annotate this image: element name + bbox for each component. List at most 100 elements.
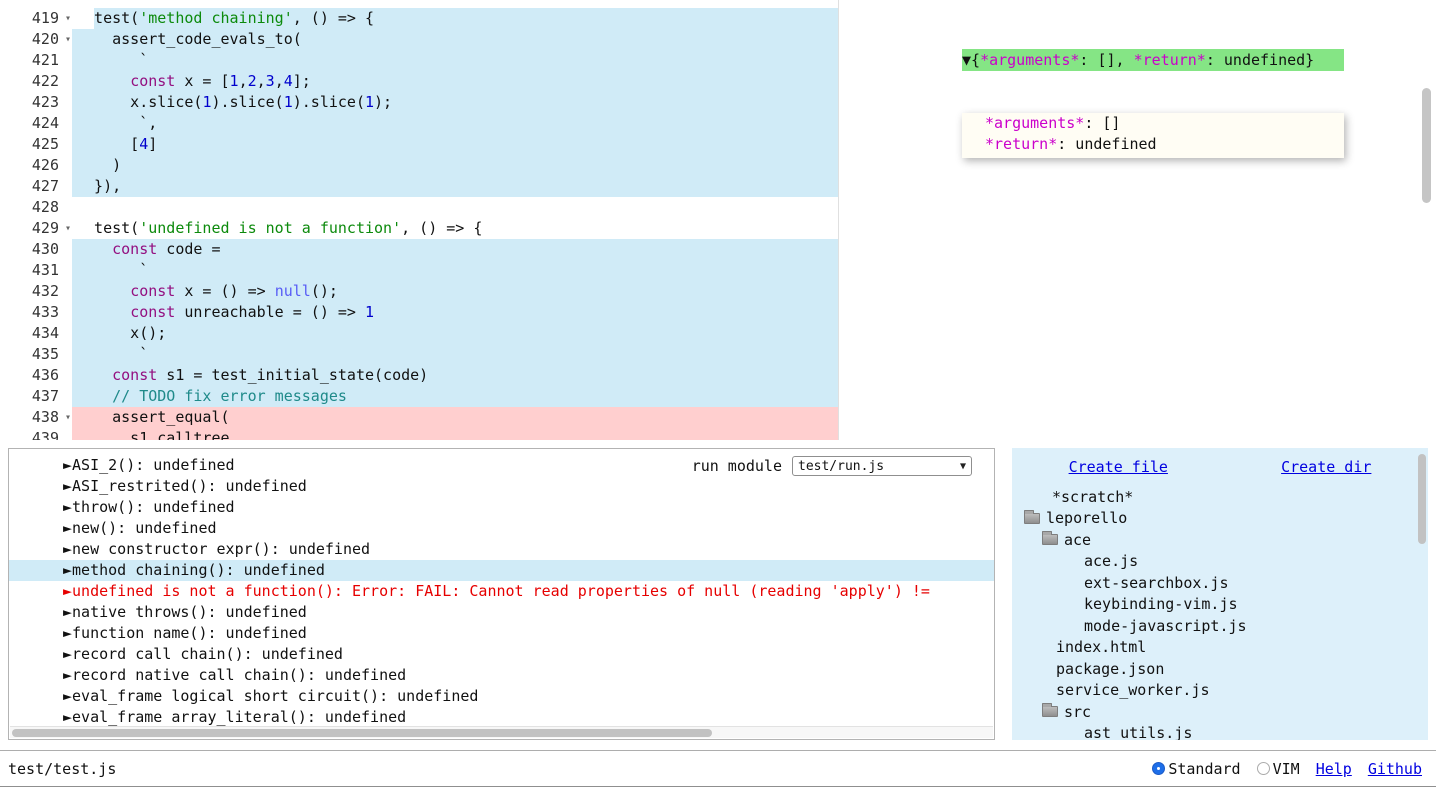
code-line[interactable]: ` bbox=[72, 260, 1436, 281]
github-link[interactable]: Github bbox=[1368, 760, 1422, 778]
help-link[interactable]: Help bbox=[1316, 760, 1352, 778]
editor-line[interactable]: 430 const code = bbox=[0, 239, 1436, 260]
editor-line[interactable]: 432 const x = () => null(); bbox=[0, 281, 1436, 302]
calltree-row[interactable]: ►function name(): undefined bbox=[9, 623, 994, 644]
line-number: 425 bbox=[32, 135, 59, 153]
expand-arrow-icon[interactable]: ► bbox=[63, 477, 72, 495]
calltree-row[interactable]: ►record native call chain(): undefined bbox=[9, 665, 994, 686]
code-line[interactable]: ` bbox=[72, 344, 1436, 365]
fold-widget-icon[interactable]: ▾ bbox=[65, 407, 71, 428]
expand-arrow-icon[interactable]: ► bbox=[63, 540, 72, 558]
calltree-row[interactable]: ►new constructor expr(): undefined bbox=[9, 539, 994, 560]
value-row[interactable]: *arguments*: [] bbox=[985, 113, 1338, 134]
expand-arrow-icon[interactable]: ► bbox=[63, 498, 72, 516]
expand-arrow-icon[interactable]: ► bbox=[63, 687, 72, 705]
code-line[interactable]: assert_equal( bbox=[72, 407, 1436, 428]
filetree-item[interactable]: index.html bbox=[1012, 637, 1428, 659]
radio-icon[interactable] bbox=[1257, 762, 1270, 775]
filetree-item[interactable]: ace bbox=[1012, 529, 1428, 551]
filetree-item[interactable]: src bbox=[1012, 701, 1428, 723]
value-row[interactable]: *return*: undefined bbox=[985, 134, 1338, 155]
calltree-row[interactable]: ►method chaining(): undefined bbox=[9, 560, 994, 581]
code-line[interactable]: x(); bbox=[72, 323, 1436, 344]
expand-arrow-icon[interactable]: ► bbox=[63, 624, 72, 642]
create-file-link[interactable]: Create file bbox=[1069, 458, 1168, 476]
code-text: const unreachable = () => 1 bbox=[76, 303, 374, 321]
calltree-row[interactable]: ►record call chain(): undefined bbox=[9, 644, 994, 665]
code-line[interactable]: s1.calltree bbox=[72, 428, 1436, 440]
expand-arrow-icon[interactable]: ► bbox=[63, 603, 72, 621]
editor-line[interactable]: 428 bbox=[0, 197, 1436, 218]
calltree-row[interactable]: ►eval_frame array_literal(): undefined bbox=[9, 707, 994, 728]
expand-arrow-icon[interactable]: ► bbox=[63, 456, 72, 474]
code-line[interactable]: // TODO fix error messages bbox=[72, 386, 1436, 407]
editor-scrollbar-thumb[interactable] bbox=[1422, 88, 1431, 203]
token: (); bbox=[311, 282, 338, 300]
calltree-row[interactable]: ►native throws(): undefined bbox=[9, 602, 994, 623]
editor-line[interactable]: 438▾ assert_equal( bbox=[0, 407, 1436, 428]
filetree-scrollbar-thumb[interactable] bbox=[1418, 454, 1426, 544]
filetree-item-label: ace bbox=[1064, 531, 1091, 549]
calltree-row[interactable]: ►undefined is not a function(): Error: F… bbox=[9, 581, 994, 602]
print-margin-line bbox=[838, 0, 839, 440]
calltree-row[interactable]: ►throw(): undefined bbox=[9, 497, 994, 518]
token: , bbox=[239, 72, 248, 90]
editor-line[interactable]: 435 ` bbox=[0, 344, 1436, 365]
filetree-item[interactable]: keybinding-vim.js bbox=[1012, 594, 1428, 616]
token: , bbox=[257, 72, 266, 90]
editor-line[interactable]: 434 x(); bbox=[0, 323, 1436, 344]
code-line[interactable]: const code = bbox=[72, 239, 1436, 260]
keybinding-radio-vim[interactable]: VIM bbox=[1257, 760, 1300, 778]
code-line[interactable]: const s1 = test_initial_state(code) bbox=[72, 365, 1436, 386]
token: assert_code_evals_to( bbox=[76, 30, 302, 48]
filetree-item[interactable]: *scratch* bbox=[1012, 486, 1428, 508]
expand-arrow-icon[interactable]: ► bbox=[63, 666, 72, 684]
calltree-hscrollbar-thumb[interactable] bbox=[12, 729, 712, 737]
token: : [] bbox=[1084, 114, 1120, 132]
code-line[interactable]: const unreachable = () => 1 bbox=[72, 302, 1436, 323]
run-module-select[interactable]: test/run.js ▼ bbox=[792, 456, 972, 476]
radio-icon[interactable] bbox=[1152, 762, 1165, 775]
code-line[interactable]: }), bbox=[72, 176, 1436, 197]
token: : [], bbox=[1079, 51, 1133, 69]
expand-arrow-icon[interactable]: ► bbox=[63, 708, 72, 726]
calltree-hscrollbar[interactable] bbox=[10, 726, 993, 738]
editor-line[interactable]: 437 // TODO fix error messages bbox=[0, 386, 1436, 407]
filetree-item[interactable]: mode-javascript.js bbox=[1012, 615, 1428, 637]
expand-arrow-icon[interactable]: ► bbox=[63, 582, 72, 600]
editor-line[interactable]: 431 ` bbox=[0, 260, 1436, 281]
filetree-item[interactable]: ext-searchbox.js bbox=[1012, 572, 1428, 594]
filetree-item-label: index.html bbox=[1056, 638, 1146, 656]
code-line[interactable]: const x = () => null(); bbox=[72, 281, 1436, 302]
fold-widget-icon[interactable]: ▾ bbox=[65, 218, 71, 239]
fold-widget-icon[interactable]: ▾ bbox=[65, 29, 71, 50]
expand-arrow-icon[interactable]: ► bbox=[63, 645, 72, 663]
value-inspector-header[interactable]: ▼{*arguments*: [], *return*: undefined} bbox=[962, 49, 1344, 71]
filetree-item[interactable]: package.json bbox=[1012, 658, 1428, 680]
create-dir-link[interactable]: Create dir bbox=[1281, 458, 1371, 476]
keybinding-radio-standard[interactable]: Standard bbox=[1152, 760, 1240, 778]
editor-line[interactable]: 433 const unreachable = () => 1 bbox=[0, 302, 1436, 323]
expand-arrow-icon[interactable]: ► bbox=[63, 561, 72, 579]
statusbar-right: Standard VIM Help Github bbox=[1152, 760, 1422, 778]
token: , bbox=[275, 72, 284, 90]
filetree-item[interactable]: ast_utils.js bbox=[1012, 723, 1428, 741]
editor-line[interactable]: 427 }), bbox=[0, 176, 1436, 197]
filetree-item[interactable]: service_worker.js bbox=[1012, 680, 1428, 702]
token: 4 bbox=[139, 135, 148, 153]
expand-arrow-icon[interactable]: ► bbox=[63, 519, 72, 537]
editor-line[interactable]: 429▾ test('undefined is not a function',… bbox=[0, 218, 1436, 239]
calltree-row[interactable]: ►ASI_restrited(): undefined bbox=[9, 476, 994, 497]
editor-line[interactable]: 439 s1.calltree bbox=[0, 428, 1436, 440]
editor-line[interactable]: 436 const s1 = test_initial_state(code) bbox=[0, 365, 1436, 386]
code-line[interactable]: test('undefined is not a function', () =… bbox=[72, 218, 1436, 239]
fold-widget-icon[interactable]: ▾ bbox=[65, 8, 71, 29]
filetree-item[interactable]: leporello bbox=[1012, 508, 1428, 530]
filetree-item[interactable]: ace.js bbox=[1012, 551, 1428, 573]
value-inspector[interactable]: ▼{*arguments*: [], *return*: undefined} … bbox=[962, 7, 1344, 179]
token: *arguments* bbox=[980, 51, 1079, 69]
calltree-row[interactable]: ►eval_frame logical short circuit(): und… bbox=[9, 686, 994, 707]
token: ); bbox=[374, 93, 392, 111]
code-line[interactable] bbox=[72, 197, 1436, 218]
calltree-row[interactable]: ►new(): undefined bbox=[9, 518, 994, 539]
